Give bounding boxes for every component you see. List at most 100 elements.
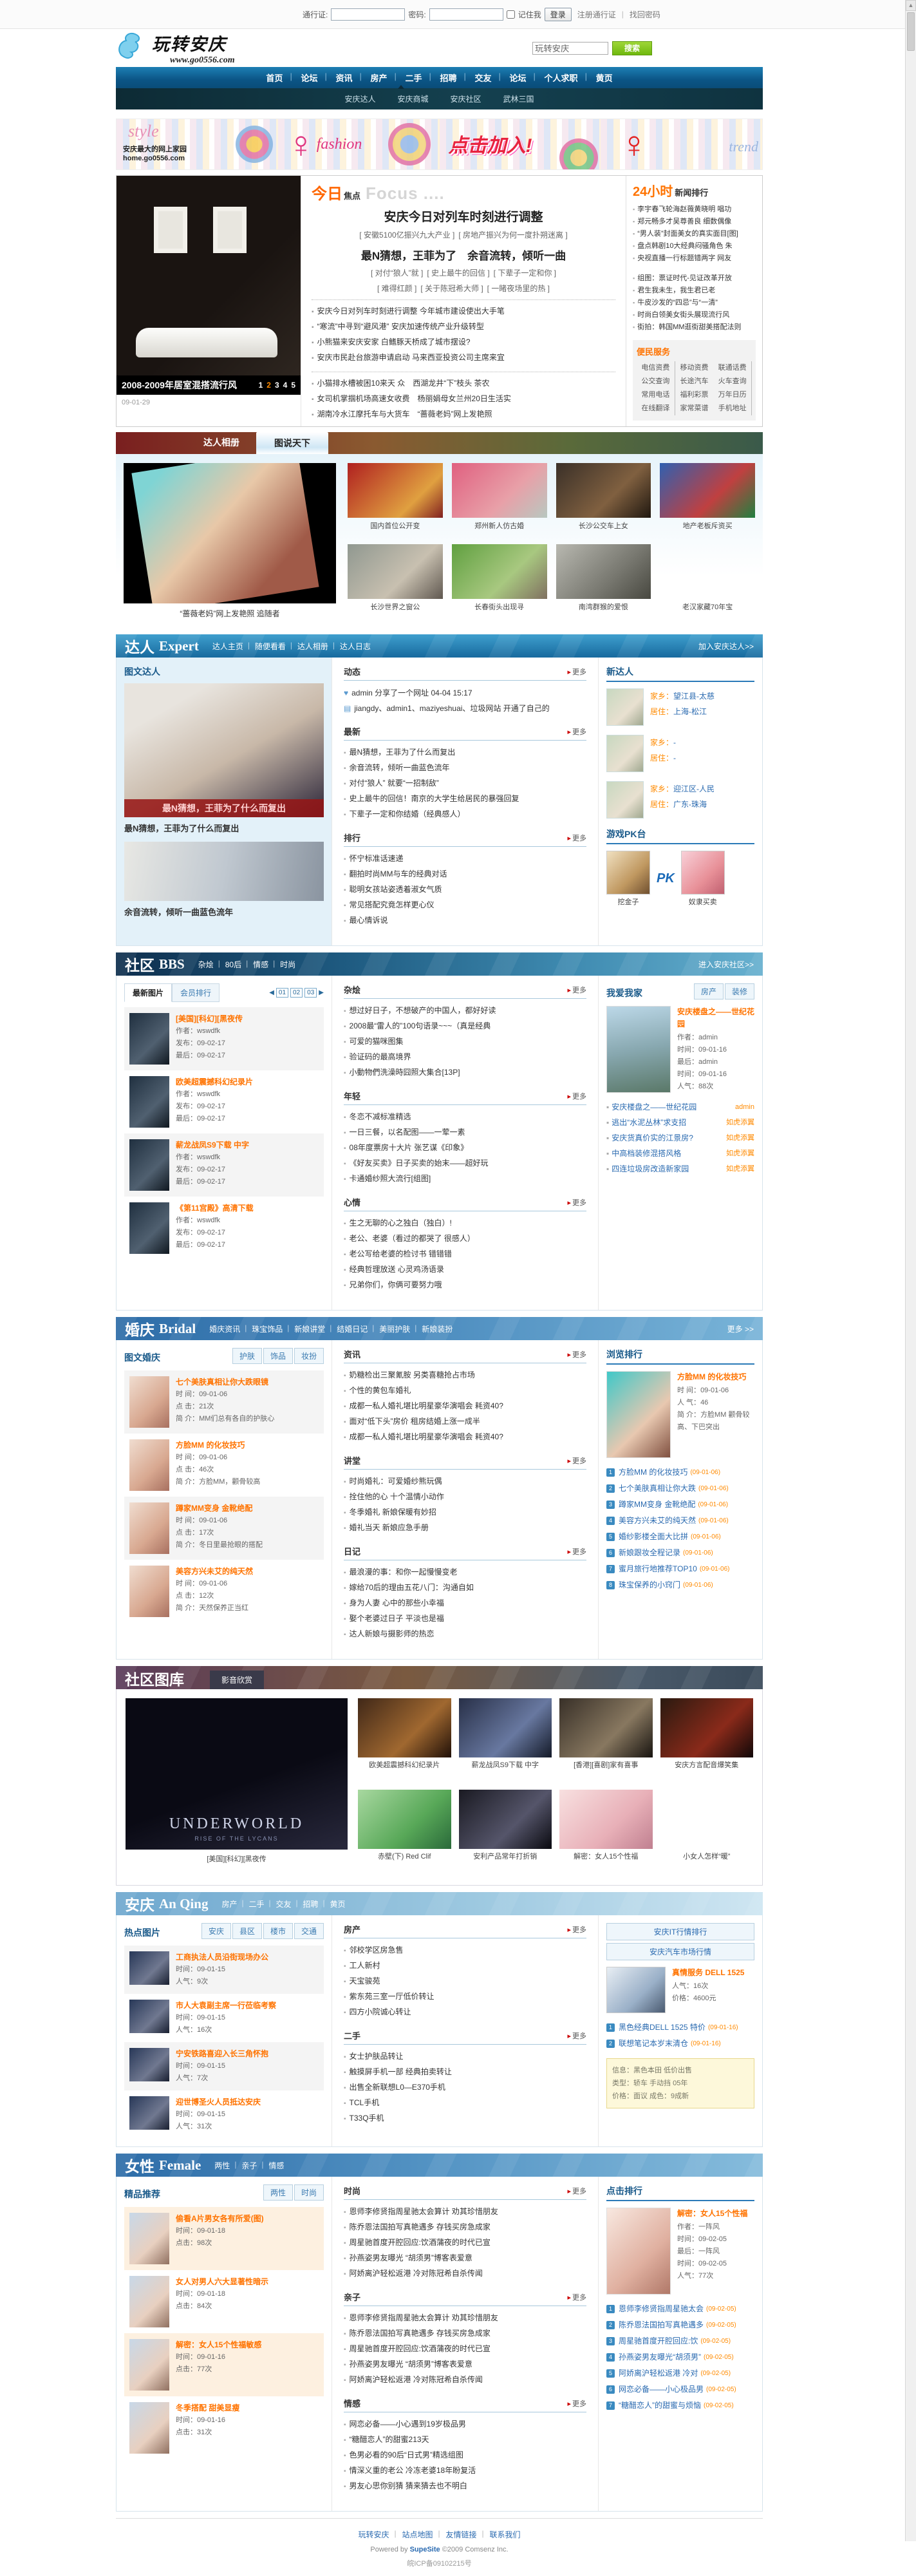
author-value[interactable]: wswdfk bbox=[197, 1217, 220, 1224]
featured-article-image[interactable] bbox=[606, 1371, 671, 1458]
item-link[interactable]: 个性的黄包车婚礼 bbox=[350, 1386, 411, 1395]
carousel-image[interactable] bbox=[117, 176, 301, 375]
footer-link[interactable]: 联系我们 bbox=[483, 2530, 527, 2539]
article-thumbnail[interactable] bbox=[129, 1566, 169, 1617]
article-title[interactable]: 蹲家MM变身 金靴绝配 bbox=[176, 1502, 263, 1515]
news-thumbnail[interactable] bbox=[129, 2096, 169, 2130]
item-link[interactable]: 周星驰首度开腔回应:饮酒蒲夜的时代已宣 bbox=[350, 2344, 491, 2353]
female-tab[interactable]: 时尚 bbox=[294, 2184, 324, 2201]
rank-link[interactable]: 恩师李修贤指周星驰太会 bbox=[619, 2301, 704, 2317]
poster-thumb[interactable] bbox=[358, 1698, 451, 1757]
more-link[interactable]: 更多 bbox=[567, 1546, 586, 1557]
live-value[interactable]: 广东-珠海 bbox=[673, 800, 707, 809]
item-link[interactable]: 一日三餐，以名配图——一荤一素 bbox=[350, 1128, 465, 1137]
rank-link[interactable]: 郑元畅多才吴尊善良 细数偶像 bbox=[637, 218, 731, 225]
item-link[interactable]: 阿娇离沪轻松返港 冷对陈冠希自杀传闻 bbox=[350, 2269, 483, 2278]
nav-item[interactable]: 交友 bbox=[464, 71, 501, 84]
more-link[interactable]: 更多 bbox=[567, 2398, 586, 2409]
nav-item[interactable]: 房产 bbox=[359, 71, 396, 84]
author-value[interactable]: wswdfk bbox=[197, 1027, 220, 1035]
rank-link[interactable]: 时尚白领美女街头展现流行风 bbox=[637, 311, 729, 319]
laptop-image[interactable] bbox=[606, 1967, 666, 2013]
article-title[interactable]: 方脸MM 的化妆技巧 bbox=[176, 1439, 260, 1452]
featured-article-image[interactable] bbox=[606, 2208, 671, 2295]
bridal-menu-item[interactable]: 新娘装扮 bbox=[415, 1323, 458, 1334]
news-title[interactable]: 市人大袁副主席一行莅临考察 bbox=[176, 2000, 276, 2012]
article-thumbnail[interactable] bbox=[129, 2402, 169, 2454]
more-link[interactable]: 更多 bbox=[567, 833, 586, 843]
post-title[interactable]: 《第11宫殿》高清下载 bbox=[176, 1202, 254, 1215]
focus-sublink[interactable]: [ 关于陈冠希大师 ] bbox=[420, 284, 483, 293]
anqing-menu-item[interactable]: 二手 bbox=[241, 1899, 270, 1909]
news-link[interactable]: 安庆今日对列车时刻进行调整 今年城市建设使出大手笔 bbox=[317, 307, 505, 316]
poster-thumb[interactable] bbox=[559, 1698, 653, 1757]
item-link[interactable]: 卡通婚纱照大流行[组图] bbox=[350, 1174, 431, 1183]
item-link[interactable]: 周星驰首度开腔回应:饮酒蒲夜的时代已宣 bbox=[350, 2238, 491, 2247]
hometown-value[interactable]: 迎江区-人民 bbox=[673, 784, 715, 793]
female-menu-item[interactable]: 情感 bbox=[261, 2160, 290, 2171]
board-link[interactable]: 四连垃圾房改造新家园 bbox=[612, 1161, 689, 1177]
featured-photo-caption[interactable]: “蔷薇老妈”网上发艳照 追随者 bbox=[124, 608, 336, 619]
pager-prev-icon[interactable]: ◀ bbox=[269, 989, 274, 996]
bbs-menu-item[interactable]: 杂烩 bbox=[192, 959, 220, 970]
item-link[interactable]: 验证码的最高境界 bbox=[350, 1052, 411, 1061]
board-author[interactable]: 如虎添翼 bbox=[722, 1146, 754, 1161]
item-link[interactable]: 老公写给老婆的检讨书 错错错 bbox=[350, 1249, 452, 1258]
service-link[interactable]: 电信资费 bbox=[637, 361, 675, 375]
service-link[interactable]: 常用电话 bbox=[637, 388, 675, 402]
item-link[interactable]: 情深义重的老公 冷冻老婆18年盼复活 bbox=[350, 2466, 476, 2475]
rank-link[interactable]: 组图：票证时代-见证改革开放 bbox=[637, 274, 732, 282]
news-thumbnail[interactable] bbox=[129, 2048, 169, 2081]
forgot-password-link[interactable]: 找回密码 bbox=[630, 9, 660, 20]
service-link[interactable]: 火车查询 bbox=[713, 375, 752, 388]
avatar[interactable] bbox=[606, 688, 644, 726]
live-value[interactable]: - bbox=[673, 753, 676, 762]
item-link[interactable]: 对付“狼人” 就要“一招制敌” bbox=[350, 779, 439, 788]
rank-link[interactable]: 陈乔恩法国拍写真艳遇多 bbox=[619, 2317, 704, 2333]
expert-featured-caption[interactable]: 最N猜想，王菲为了什么而复出 bbox=[124, 822, 324, 834]
nav-item[interactable]: 黄页 bbox=[585, 71, 622, 84]
item-link[interactable]: 小動物們洗澡時囧照大集合[13P] bbox=[350, 1068, 460, 1077]
nav-item[interactable]: 论坛 bbox=[290, 71, 326, 84]
item-link[interactable]: 经典哲理放送 心灵鸡汤语录 bbox=[350, 1265, 444, 1274]
tab-member-rank[interactable]: 会员排行 bbox=[172, 983, 220, 1002]
item-link[interactable]: 触摸屏手机一部 经典拍卖转让 bbox=[350, 2067, 452, 2076]
poster-thumb[interactable] bbox=[358, 1790, 451, 1849]
photo-caption[interactable]: 老汉家藏70年宝 bbox=[660, 601, 755, 612]
pager-page[interactable]: 02 bbox=[290, 988, 303, 998]
banner-panel-fashion[interactable]: ♀ fashion bbox=[277, 119, 440, 169]
focus-sublink[interactable]: [ 房地产振兴为何一度扑朔迷离 ] bbox=[458, 231, 567, 240]
item-link[interactable]: 下辈子一定和你结婚（经典感人） bbox=[350, 810, 465, 819]
bbs-menu-item[interactable]: 80后 bbox=[218, 959, 247, 970]
featured-article-title[interactable]: 解密：女人15个性福 bbox=[677, 2208, 747, 2220]
item-link[interactable]: 出售全新联想L0—E370手机 bbox=[350, 2083, 445, 2092]
expert-enter-link[interactable]: 加入安庆达人>> bbox=[698, 641, 754, 652]
pager-page[interactable]: 03 bbox=[304, 988, 317, 998]
item-link[interactable]: 兄弟你们，你俩可要努力哦 bbox=[350, 1280, 442, 1289]
gallery-big-caption[interactable]: [美国][科幻][黑夜传 bbox=[126, 1853, 348, 1864]
item-link[interactable]: 08年度票房十大片 张艺谋《印象》 bbox=[350, 1143, 469, 1152]
news-thumbnail[interactable] bbox=[129, 1951, 169, 1985]
board-link[interactable]: 逃出“水泥丛林”求支招 bbox=[612, 1115, 686, 1130]
photo-thumb[interactable] bbox=[348, 463, 443, 518]
focus-sublink[interactable]: [ 史上最牛的回信 ] bbox=[427, 269, 489, 278]
post-title[interactable]: [美国][科幻][黑夜传 bbox=[176, 1013, 243, 1025]
item-link[interactable]: 恩师李修贤指周星驰太会算计 劝其珍惜朋友 bbox=[350, 2313, 498, 2322]
photo-thumb[interactable] bbox=[348, 544, 443, 599]
news-link[interactable]: “寒流”中寻到“避风港” 安庆加速传统产业升级转型 bbox=[317, 322, 484, 331]
item-link[interactable]: T33Q手机 bbox=[350, 2114, 384, 2123]
rank-link[interactable]: 牛皮沙发的“四忌”与“一清” bbox=[637, 299, 718, 307]
poster-thumb[interactable] bbox=[458, 1790, 552, 1849]
poster-caption[interactable]: 赤壁(下) Red Clif bbox=[358, 1851, 451, 1861]
bbs-enter-link[interactable]: 进入安庆社区>> bbox=[698, 959, 754, 970]
poster-caption[interactable]: 小女人怎样“暖” bbox=[660, 1851, 754, 1861]
more-link[interactable]: 更多 bbox=[567, 667, 586, 677]
item-link[interactable]: 男友心思你别猜 猜来猜去也不明白 bbox=[350, 2481, 467, 2490]
scrollbar-thumb[interactable] bbox=[907, 12, 915, 51]
focus-sublink[interactable]: [ 一睹夜场里的热 ] bbox=[487, 284, 550, 293]
focus-sublink[interactable]: [ 对付“狼人”就 ] bbox=[371, 269, 423, 278]
poster-caption[interactable]: [香港][喜剧]家有喜事 bbox=[559, 1759, 653, 1770]
rank-link[interactable]: 联想笔记本岁末清仓 bbox=[619, 2036, 688, 2052]
rank-link[interactable]: 方脸MM 的化妆技巧 bbox=[619, 1464, 687, 1481]
search-button[interactable]: 搜索 bbox=[612, 41, 652, 55]
